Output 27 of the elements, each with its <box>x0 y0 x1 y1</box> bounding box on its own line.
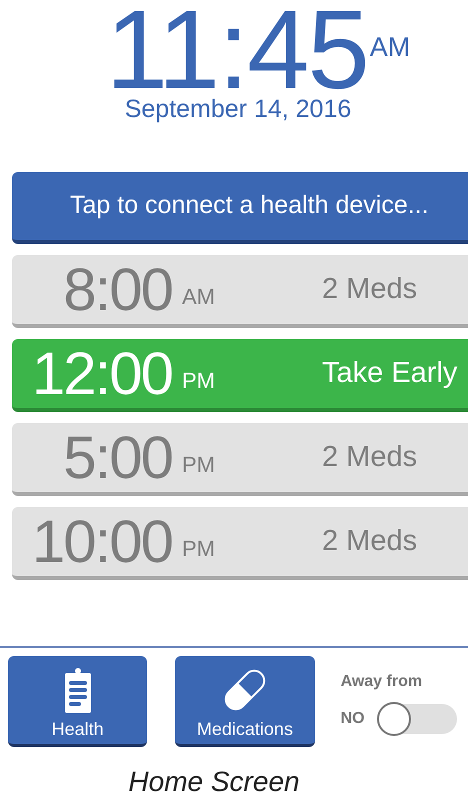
clock-meridiem: AM <box>370 34 410 61</box>
schedule-row[interactable]: 8:00 AM 2 Meds <box>12 255 468 328</box>
clipboard-icon <box>64 667 91 713</box>
medications-button[interactable]: Medications <box>175 656 315 747</box>
schedule-row[interactable]: 10:00 PM 2 Meds <box>12 507 468 580</box>
dose-meridiem: PM <box>182 454 216 476</box>
dose-time: 5:00 <box>62 428 172 488</box>
dose-meridiem: PM <box>182 538 216 560</box>
away-label: Away from <box>340 672 424 692</box>
dose-time: 10:00 <box>30 512 172 572</box>
dose-status: 2 Meds <box>322 443 418 472</box>
dose-time: 8:00 <box>62 260 172 320</box>
clock-time: 11:45 <box>106 0 368 100</box>
dose-status: Take Early <box>322 359 458 388</box>
dose-meridiem: PM <box>182 370 216 392</box>
screen-caption: Home Screen <box>128 765 300 799</box>
dose-status: 2 Meds <box>322 275 418 304</box>
dose-meridiem: AM <box>182 286 216 308</box>
schedule-row[interactable]: 12:00 PM Take Early <box>12 339 468 412</box>
away-state-label: NO <box>340 709 365 729</box>
schedule-row[interactable]: 5:00 PM 2 Meds <box>12 423 468 496</box>
connect-device-button[interactable]: Tap to connect a health device... <box>12 172 468 244</box>
dose-time: 12:00 <box>30 344 172 404</box>
away-toggle[interactable] <box>376 704 457 734</box>
health-button[interactable]: Health <box>8 656 148 747</box>
clock-date: September 14, 2016 <box>124 97 352 122</box>
dose-status: 2 Meds <box>322 527 418 556</box>
